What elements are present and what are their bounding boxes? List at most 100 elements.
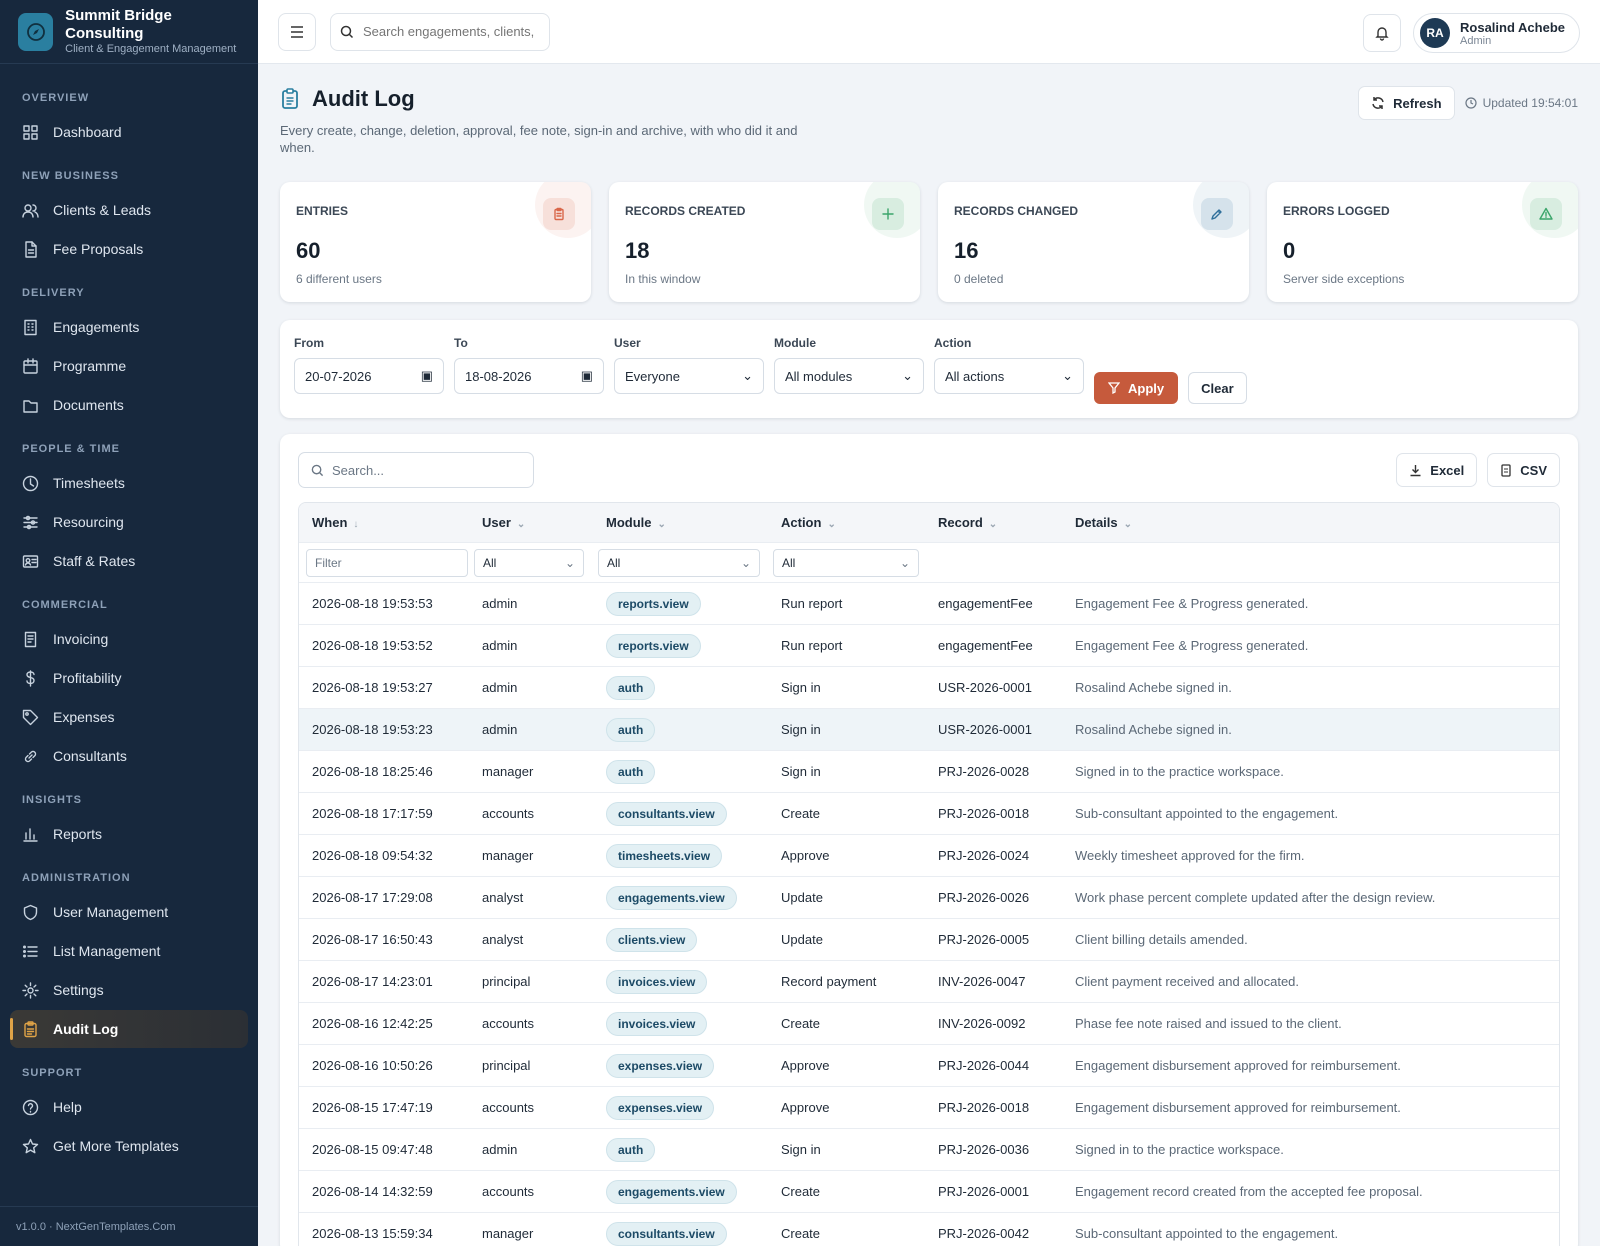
- stat-label: ERRORS LOGGED: [1283, 204, 1390, 218]
- filter-icon: [1108, 382, 1120, 394]
- sidebar-item-label: User Management: [53, 904, 169, 920]
- pencil-icon: [1201, 198, 1233, 230]
- user-menu[interactable]: RA Rosalind Achebe Admin: [1413, 13, 1580, 53]
- sidebar-item-settings[interactable]: Settings: [10, 971, 248, 1009]
- cell-user: analyst: [482, 890, 524, 905]
- page-title: Audit Log: [312, 86, 415, 111]
- cell-when: 2026-08-17 14:23:01: [312, 974, 433, 989]
- sidebar-item-staff-rates[interactable]: Staff & Rates: [10, 542, 248, 580]
- sidebar-item-user-management[interactable]: User Management: [10, 893, 248, 931]
- module-column-select[interactable]: All ⌄: [598, 548, 760, 577]
- sidebar-item-get-more-templates[interactable]: Get More Templates: [10, 1127, 248, 1165]
- clear-button[interactable]: Clear: [1188, 372, 1247, 404]
- brand-tagline: Client & Engagement Management: [65, 43, 237, 55]
- sidebar-item-clients-leads[interactable]: Clients & Leads: [10, 191, 248, 229]
- sidebar-item-fee-proposals[interactable]: Fee Proposals: [10, 230, 248, 268]
- clipboard-icon: [282, 88, 298, 109]
- cell-user: accounts: [482, 806, 535, 821]
- table-row[interactable]: 2026-08-18 18:25:46 manager auth Sign in PRJ…: [299, 751, 1559, 793]
- col-module-label: Module: [606, 515, 652, 530]
- table-row[interactable]: 2026-08-18 19:53:27 admin auth Sign in USR-2…: [299, 667, 1559, 709]
- receipt-icon: [24, 631, 37, 647]
- table-row[interactable]: 2026-08-18 19:53:53 admin reports.view Run …: [299, 583, 1559, 625]
- export-excel-button[interactable]: Excel: [1396, 453, 1478, 487]
- table-row[interactable]: 2026-08-18 09:54:32 manager timesheets.vie…: [299, 835, 1559, 877]
- notifications-button[interactable]: [1363, 14, 1402, 52]
- global-search-input[interactable]: [330, 12, 550, 51]
- sidebar-item-documents[interactable]: Documents: [10, 386, 248, 424]
- action-column-select[interactable]: All ⌄: [773, 548, 919, 577]
- table-row[interactable]: 2026-08-18 17:17:59 accounts consultants.v…: [299, 793, 1559, 835]
- col-when[interactable]: When ↓: [299, 515, 474, 530]
- sidebar-item-help[interactable]: Help: [10, 1088, 248, 1126]
- table-row[interactable]: 2026-08-18 19:53:23 admin auth Sign in USR-2…: [299, 709, 1559, 751]
- action-filter-label: Action: [934, 336, 972, 350]
- menu-toggle-button[interactable]: [278, 12, 316, 51]
- cell-when: 2026-08-16 12:42:25: [312, 1016, 433, 1031]
- user-column-select[interactable]: All ⌄: [474, 548, 584, 577]
- chevron-down-icon: ⌄: [742, 368, 753, 383]
- sidebar-item-label: Clients & Leads: [53, 202, 152, 218]
- clipboard-icon: [543, 198, 575, 230]
- col-user-label: User: [482, 515, 511, 530]
- sidebar-item-list-management[interactable]: List Management: [10, 932, 248, 970]
- refresh-button[interactable]: Refresh: [1358, 86, 1455, 120]
- user-select[interactable]: Everyone ⌄: [614, 358, 764, 394]
- table-row[interactable]: 2026-08-16 10:50:26 principal expenses.vie…: [299, 1045, 1559, 1087]
- sidebar-item-programme[interactable]: Programme: [10, 347, 248, 385]
- cell-when: 2026-08-18 17:17:59: [312, 806, 433, 821]
- sidebar-item-resourcing[interactable]: Resourcing: [10, 503, 248, 541]
- sidebar-item-engagements[interactable]: Engagements: [10, 308, 248, 346]
- cell-record: PRJ-2026-0028: [938, 764, 1030, 779]
- stat-value: 18: [625, 238, 650, 263]
- col-module[interactable]: Module ⌄: [598, 515, 773, 530]
- global-search: [328, 12, 550, 51]
- sidebar-item-invoicing[interactable]: Invoicing: [10, 620, 248, 658]
- stat-card-entries: ENTRIES 60 6 different users: [280, 182, 591, 302]
- action-select[interactable]: All actions ⌄: [934, 358, 1084, 394]
- when-filter-input[interactable]: Filter: [306, 548, 468, 577]
- chevron-down-icon: ⌄: [1062, 368, 1073, 383]
- sidebar-item-profitability[interactable]: Profitability: [10, 659, 248, 697]
- col-details[interactable]: Details ⌄: [1075, 515, 1559, 530]
- table-row[interactable]: 2026-08-17 14:23:01 principal invoices.vie…: [299, 961, 1559, 1003]
- sidebar-item-dashboard[interactable]: Dashboard: [10, 113, 248, 151]
- cell-user: manager: [482, 764, 534, 779]
- to-date-input[interactable]: 18-08-2026 ▣: [454, 358, 604, 394]
- module-select[interactable]: All modules ⌄: [774, 358, 924, 394]
- col-record[interactable]: Record ⌄: [933, 515, 1075, 530]
- sidebar-item-expenses[interactable]: Expenses: [10, 698, 248, 736]
- table-row[interactable]: 2026-08-15 09:47:48 admin auth Sign in PRJ-2…: [299, 1129, 1559, 1171]
- cell-record: PRJ-2026-0042: [938, 1226, 1030, 1241]
- sidebar: Summit Bridge Consulting Client & Engage…: [0, 0, 258, 1246]
- sidebar-item-audit-log[interactable]: Audit Log: [10, 1010, 248, 1048]
- cell-when: 2026-08-18 19:53:27: [312, 680, 433, 695]
- folder-icon: [23, 399, 38, 413]
- calendar-icon: ▣: [420, 368, 433, 383]
- table-row[interactable]: 2026-08-14 14:32:59 accounts engagements.v…: [299, 1171, 1559, 1213]
- table-row[interactable]: 2026-08-16 12:42:25 accounts invoices.view…: [299, 1003, 1559, 1045]
- table-search-input[interactable]: Search...: [298, 452, 534, 488]
- sidebar-item-reports[interactable]: Reports: [10, 815, 248, 853]
- module-badge: reports.view: [606, 633, 701, 658]
- apply-button[interactable]: Apply: [1094, 372, 1179, 404]
- from-date-input[interactable]: 20-07-2026 ▣: [294, 358, 444, 394]
- cell-details: Phase fee note raised and issued to the …: [1075, 1016, 1342, 1031]
- table-row[interactable]: 2026-08-17 17:29:08 analyst engagements.vi…: [299, 877, 1559, 919]
- table-row[interactable]: 2026-08-17 16:50:43 analyst clients.view Up…: [299, 919, 1559, 961]
- cell-when: 2026-08-16 10:50:26: [312, 1058, 433, 1073]
- table-row[interactable]: 2026-08-15 17:47:19 accounts expenses.view…: [299, 1087, 1559, 1129]
- col-action[interactable]: Action ⌄: [773, 515, 933, 530]
- export-csv-button[interactable]: CSV: [1487, 453, 1560, 487]
- module-badge: expenses.view: [606, 1095, 715, 1120]
- cell-user: manager: [482, 848, 534, 863]
- main-area: RA Rosalind Achebe Admin Audit Log Every…: [258, 0, 1600, 1246]
- sidebar-item-consultants[interactable]: Consultants: [10, 737, 248, 775]
- cell-when: 2026-08-17 16:50:43: [312, 932, 433, 947]
- cell-action: Sign in: [781, 764, 821, 779]
- sidebar-item-timesheets[interactable]: Timesheets: [10, 464, 248, 502]
- table-row[interactable]: 2026-08-18 19:53:52 admin reports.view Run …: [299, 625, 1559, 667]
- table-row[interactable]: 2026-08-13 15:59:34 manager consultants.vi…: [299, 1213, 1559, 1246]
- chevron-down-icon: ⌄: [899, 555, 910, 570]
- col-user[interactable]: User ⌄: [474, 515, 598, 530]
